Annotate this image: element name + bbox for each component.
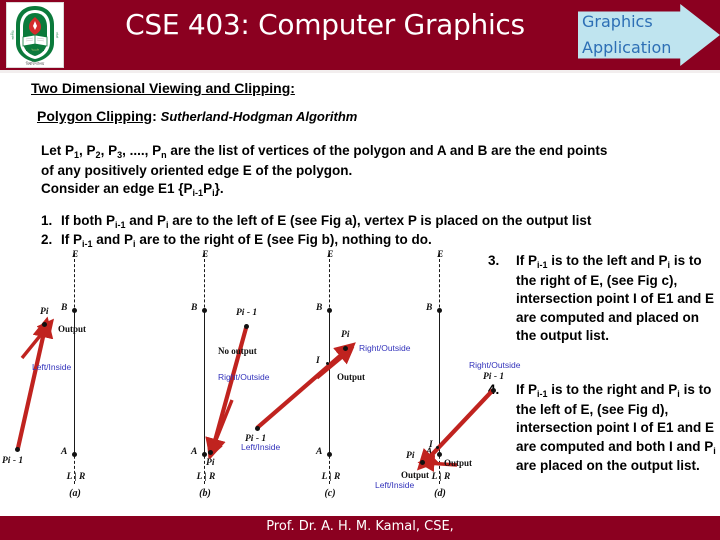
vertex-pi-dot-d [420, 460, 425, 465]
list-item-2: 2. If Pi-1 and Pi are to the right of E (… [41, 232, 432, 249]
list-item-4-text: If Pi-1 is to the right and Pi is to the… [516, 382, 716, 473]
svg-text:ঢাকা: ঢাকা [55, 31, 59, 38]
vertex-pi-label-c: Pi [341, 330, 350, 340]
paragraph-line-3: Consider an edge E1 {Pi-1Pi}. [41, 181, 224, 198]
side-annotation-a: Left/Inside [32, 362, 72, 372]
header-divider [0, 70, 720, 73]
badge-label-line1: Graphics [582, 12, 653, 31]
sub-heading-colon: : [152, 108, 157, 124]
university-crest-icon: ২০০৬ বিশ্ববিদ্যালয় জাতীয় ঢাকা [7, 3, 63, 67]
intro-paragraph: Let P1, P2, P3, ...., Pn are the list of… [41, 142, 713, 200]
list-item-2-number: 2. [41, 232, 53, 247]
output-annotation-d: Output [444, 458, 473, 468]
vertex-piminus1-dot-d [491, 388, 496, 393]
vertex-pi-dot-a [42, 322, 47, 327]
sub-heading-label: Polygon Clipping [37, 108, 153, 124]
paragraph-line-2: of any positively oriented edge E of the… [41, 162, 353, 178]
list-item-1-number: 1. [41, 213, 53, 228]
vertex-piminus1-label-d: Pi - 1 [483, 372, 505, 382]
badge-label: Graphics Application [582, 9, 692, 61]
graphics-application-badge: Graphics Application [578, 4, 720, 66]
algorithm-name: Sutherland-Hodgman Algorithm [160, 109, 358, 124]
vertex-pi-dot-c [343, 346, 348, 351]
figure-d-caption: (d) [434, 488, 446, 499]
list-item-4: 4. If Pi-1 is to the right and Pi is to … [488, 381, 716, 476]
side-annotation2-c: Left/Inside [241, 442, 281, 452]
slide-title: CSE 403: Computer Graphics [125, 8, 525, 41]
vertex-pi-label-b: Pi [206, 458, 215, 468]
intersection-label-d: I [429, 440, 433, 450]
output-annotation-a: Output [58, 324, 87, 334]
arrow-a [15, 316, 55, 449]
figure-group: E B A L | R Pi Pi - 1 Output Left/Inside… [0, 250, 521, 510]
presenter-name: Prof. Dr. A. H. M. Kamal, CSE, [266, 519, 454, 534]
section-heading: Two Dimensional Viewing and Clipping: [31, 80, 295, 96]
sub-heading: Polygon Clipping: Sutherland-Hodgman Alg… [37, 108, 357, 124]
side-annotation-d: Right/Outside [469, 360, 521, 370]
list-item-3-text: If Pi-1 is to the left and Pi is to the … [516, 253, 715, 343]
badge-label-line2: Application [582, 38, 672, 57]
vertex-pi-label-d: Pi [406, 451, 415, 461]
paragraph-line-1: Let P1, P2, P3, ...., Pn are the list of… [41, 143, 608, 160]
slide-footer-bar: Prof. Dr. A. H. M. Kamal, CSE, [0, 516, 720, 540]
vertex-piminus1-dot-b [244, 324, 249, 329]
no-output-annotation-b: No output [218, 346, 257, 356]
list-item-3: 3. If Pi-1 is to the left and Pi is to t… [488, 252, 716, 346]
vertex-pi-label-a: Pi [40, 307, 49, 317]
vertex-pi-dot-b [208, 450, 213, 455]
figure-a: E B A L | R Pi Pi - 1 Output Left/Inside… [0, 250, 150, 510]
figure-a-caption: (a) [69, 488, 81, 499]
figure-d: E B A L | R Pi - 1 Pi I Output Output Ri… [365, 250, 521, 510]
svg-text:বিশ্ববিদ্যালয়: বিশ্ববিদ্যালয় [25, 61, 45, 66]
svg-text:জাতীয়: জাতীয় [11, 30, 15, 41]
vertex-piminus1-label-a: Pi - 1 [2, 456, 24, 466]
vertex-piminus1-dot-a [15, 447, 20, 452]
university-logo: ২০০৬ বিশ্ববিদ্যালয় জাতীয় ঢাকা [6, 2, 64, 68]
intersection-label-c: I [316, 356, 320, 366]
intersection-dot-d [436, 446, 439, 449]
output-annotation-c: Output [337, 372, 366, 382]
slide-header-bar: ২০০৬ বিশ্ববিদ্যালয় জাতীয় ঢাকা CSE 403:… [0, 0, 720, 70]
list-item-1: 1. If both Pi-1 and Pi are to the left of… [41, 213, 592, 230]
output-annotation2-d: Output [401, 470, 430, 480]
vertex-piminus1-dot-c [255, 426, 260, 431]
svg-text:২০০৬: ২০০৬ [31, 47, 39, 51]
vertex-piminus1-label-b: Pi - 1 [236, 308, 258, 318]
intersection-dot-c [326, 362, 329, 365]
